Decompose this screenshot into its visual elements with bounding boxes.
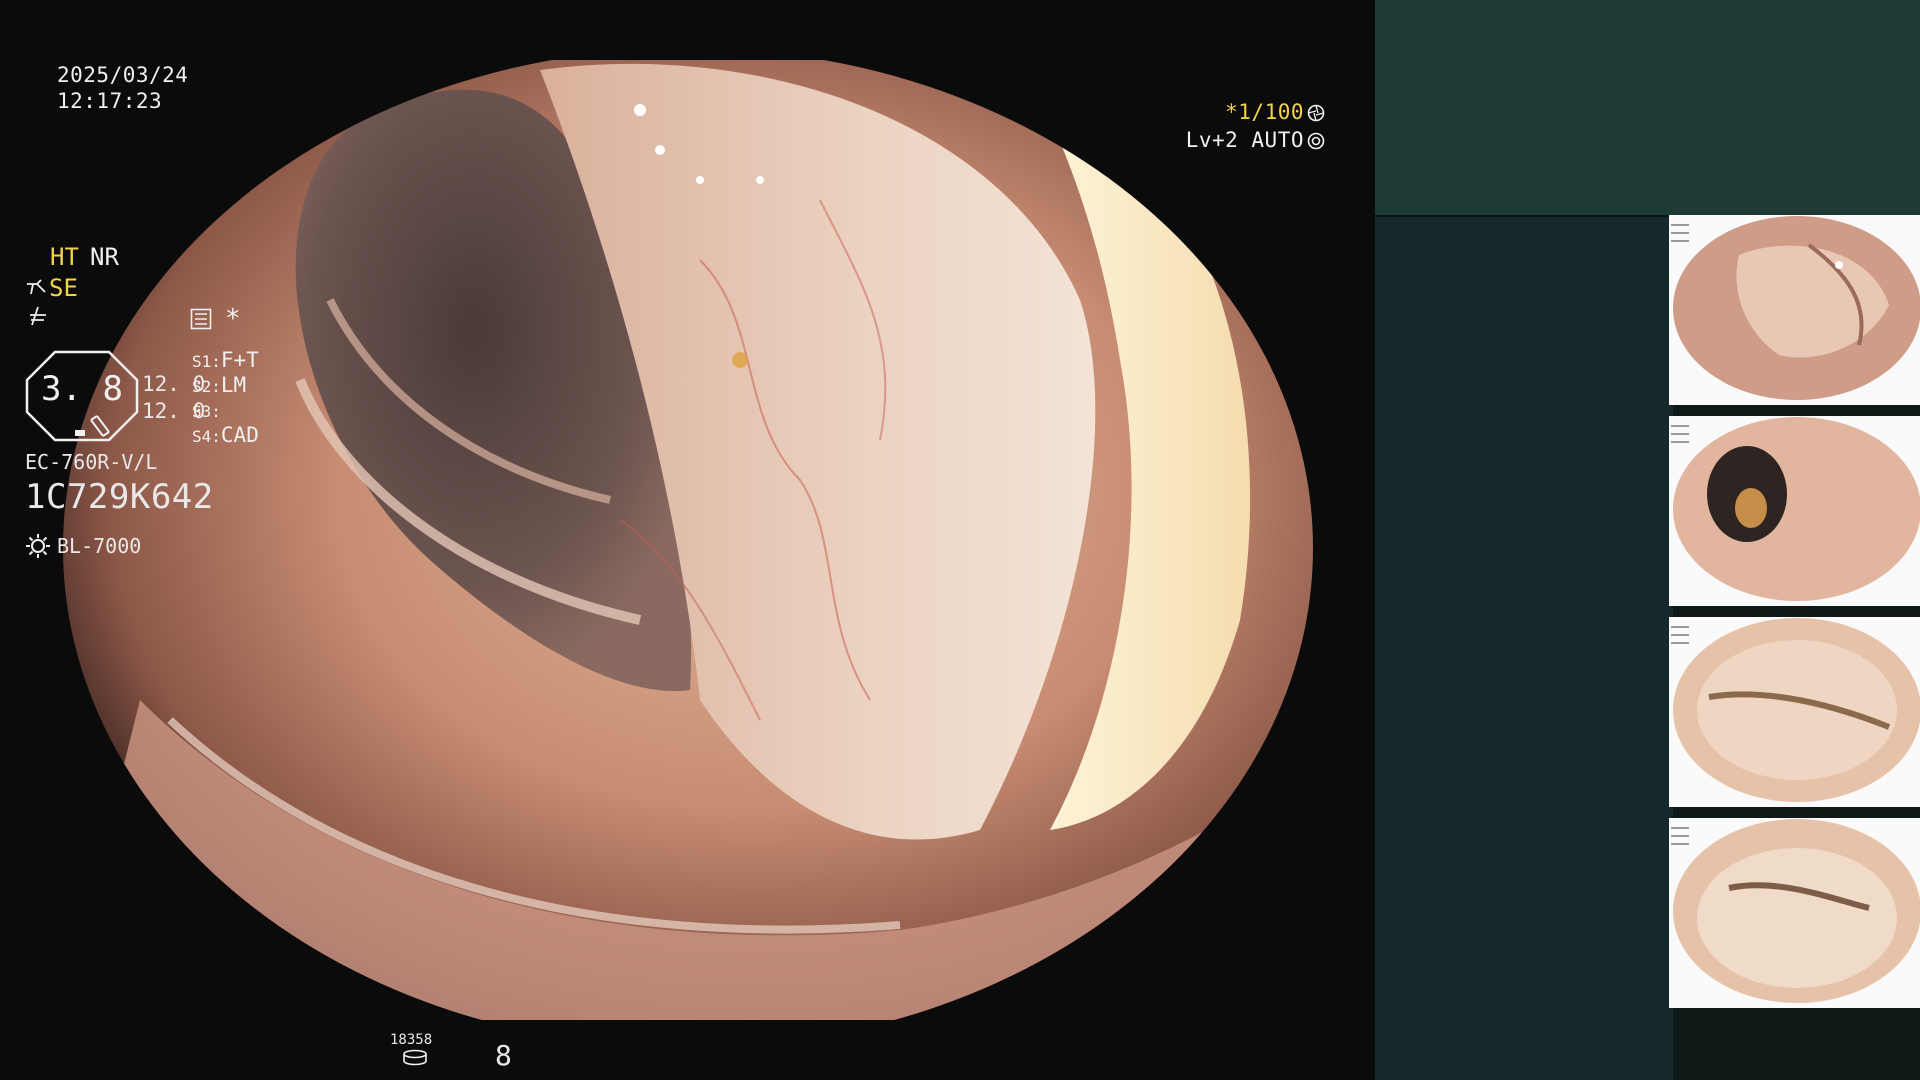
shutter-speed: 1/100: [1238, 100, 1304, 124]
thumbnail-2-image: [1669, 416, 1920, 606]
thumbnail-1[interactable]: [1669, 215, 1920, 405]
panel-header-area: [1375, 0, 1920, 217]
storage-stack-icon: [403, 1049, 427, 1066]
s2-value: LM: [220, 373, 247, 397]
scope-model: EC-760R-V/L: [25, 450, 158, 474]
thumbnail-3[interactable]: [1669, 617, 1920, 807]
endoscope-live-view: 2025/03/24 12:17:23 *1/100 Lv+2 AUTO: [0, 0, 1375, 1080]
nr-mode: NR: [90, 243, 119, 271]
star-marker: *: [225, 304, 241, 334]
s3-assignment: S3:: [192, 398, 221, 422]
se-mode: SE: [25, 274, 78, 302]
s4-value: CAD: [220, 423, 259, 447]
s4-key: S4:: [192, 427, 221, 446]
shutter-indicator: *1/100: [1225, 99, 1325, 125]
thumbnail-1-image: [1669, 215, 1920, 405]
s2-key: S2:: [192, 377, 221, 396]
image-counter: 18358: [390, 1032, 433, 1048]
lamp-sun-icon: [26, 534, 50, 558]
auto-iris-icon: [1307, 132, 1325, 150]
s3-key: S3:: [192, 402, 221, 421]
light-source-text: BL-7000: [57, 534, 142, 558]
thumbnail-2-caption: [1671, 419, 1689, 603]
thumbnail-3-image: [1669, 617, 1920, 807]
s2-assignment: S2:LM: [192, 373, 246, 397]
time-text: 12:17:23: [57, 89, 163, 113]
s1-key: S1:: [192, 352, 221, 371]
timestamp: 2025/03/24 12:17:23: [57, 62, 188, 114]
scope-angle-icon: [27, 279, 46, 295]
menu-list-icon: [190, 308, 212, 336]
aperture-icon: [1307, 104, 1325, 122]
se-text: SE: [49, 274, 78, 302]
thumbnail-4[interactable]: [1669, 818, 1920, 1008]
s4-assignment: S4:CAD: [192, 423, 259, 447]
ht-mode: HT: [50, 243, 79, 271]
light-level-indicator: Lv+2 AUTO: [1186, 127, 1325, 153]
settings-area: [1375, 217, 1673, 1080]
shutter-prefix: *: [1225, 100, 1239, 124]
light-source: BL-7000: [25, 532, 141, 560]
thumbnail-3-caption: [1671, 620, 1689, 804]
page-number: 8: [495, 1039, 512, 1072]
s1-assignment: S1:F+T: [192, 348, 259, 372]
s1-value: F+T: [220, 348, 259, 372]
freeze-icon: [28, 305, 48, 333]
thumbnail-4-caption: [1671, 821, 1689, 1005]
endoscopic-image: [63, 60, 1313, 1020]
light-level-text: Lv+2 AUTO: [1185, 128, 1304, 152]
scope-serial: 1C729K642: [25, 477, 214, 517]
date-text: 2025/03/24: [57, 63, 189, 87]
thumbnail-2[interactable]: [1669, 416, 1920, 606]
thumbnail-1-caption: [1671, 218, 1689, 402]
thumbnail-4-image: [1669, 818, 1920, 1008]
gauge-value: 3. 8: [41, 369, 123, 409]
